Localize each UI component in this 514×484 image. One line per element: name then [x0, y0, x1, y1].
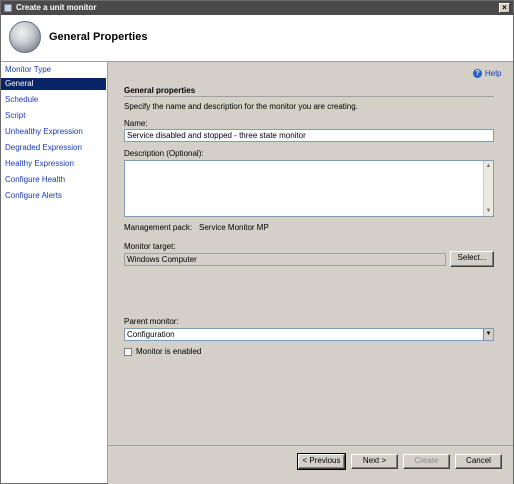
description-label: Description (Optional): [124, 149, 204, 158]
parent-monitor-select[interactable]: Configuration ▼ [124, 328, 494, 341]
parent-monitor-value: Configuration [127, 330, 175, 339]
create-button[interactable]: Create [403, 454, 450, 469]
section-divider [124, 96, 494, 97]
monitor-target-label: Monitor target: [124, 242, 176, 251]
monitor-enabled-label[interactable]: Monitor is enabled [136, 347, 201, 357]
name-label: Name: [124, 119, 148, 128]
section-title: General properties [124, 86, 196, 95]
close-button[interactable]: × [499, 3, 510, 13]
select-target-button[interactable]: Select... [450, 251, 494, 267]
wizard-orb-icon [9, 21, 41, 53]
description-textarea[interactable]: ▲ ▼ [124, 160, 494, 217]
monitor-target-field: Windows Computer [124, 253, 446, 266]
sidebar-item-degraded-expression[interactable]: Degraded Expression [1, 142, 106, 154]
title-bar: Create a unit monitor × [1, 1, 513, 15]
next-button[interactable]: Next > [351, 454, 398, 469]
content-panel: ? Help General properties Specify the na… [108, 62, 513, 445]
name-input[interactable]: Service disabled and stopped - three sta… [124, 129, 494, 142]
page-title: General Properties [49, 31, 148, 43]
sidebar-item-healthy-expression[interactable]: Healthy Expression [1, 158, 106, 170]
instructions-text: Specify the name and description for the… [124, 102, 358, 111]
wizard-step-list: Monitor Type General Schedule Script Unh… [1, 62, 108, 483]
monitor-enabled-checkbox[interactable] [124, 348, 132, 356]
wizard-window: Create a unit monitor × General Properti… [0, 0, 514, 484]
sidebar-item-script[interactable]: Script [1, 110, 106, 122]
scroll-down-icon[interactable]: ▼ [485, 207, 492, 215]
cancel-button[interactable]: Cancel [455, 454, 502, 469]
window-icon [4, 4, 12, 12]
scroll-up-icon[interactable]: ▲ [485, 162, 492, 170]
sidebar-item-configure-health[interactable]: Configure Health [1, 174, 106, 186]
management-pack-label: Management pack: [124, 223, 193, 232]
dropdown-arrow-icon[interactable]: ▼ [483, 329, 493, 340]
sidebar-item-configure-alerts[interactable]: Configure Alerts [1, 190, 106, 202]
sidebar-item-unhealthy-expression[interactable]: Unhealthy Expression [1, 126, 106, 138]
sidebar-item-schedule[interactable]: Schedule [1, 94, 106, 106]
sidebar-item-monitor-type[interactable]: Monitor Type [1, 64, 106, 76]
window-title: Create a unit monitor [16, 3, 97, 12]
management-pack-value: Service Monitor MP [199, 223, 269, 232]
help-label: Help [485, 69, 502, 78]
sidebar-item-general[interactable]: General [1, 78, 106, 90]
help-icon: ? [473, 69, 482, 78]
wizard-footer: < Previous Next > Create Cancel [108, 445, 513, 484]
parent-monitor-label: Parent monitor: [124, 317, 179, 326]
previous-button[interactable]: < Previous [297, 453, 346, 470]
description-scrollbar[interactable]: ▲ ▼ [483, 161, 493, 216]
wizard-header: General Properties [1, 15, 513, 62]
